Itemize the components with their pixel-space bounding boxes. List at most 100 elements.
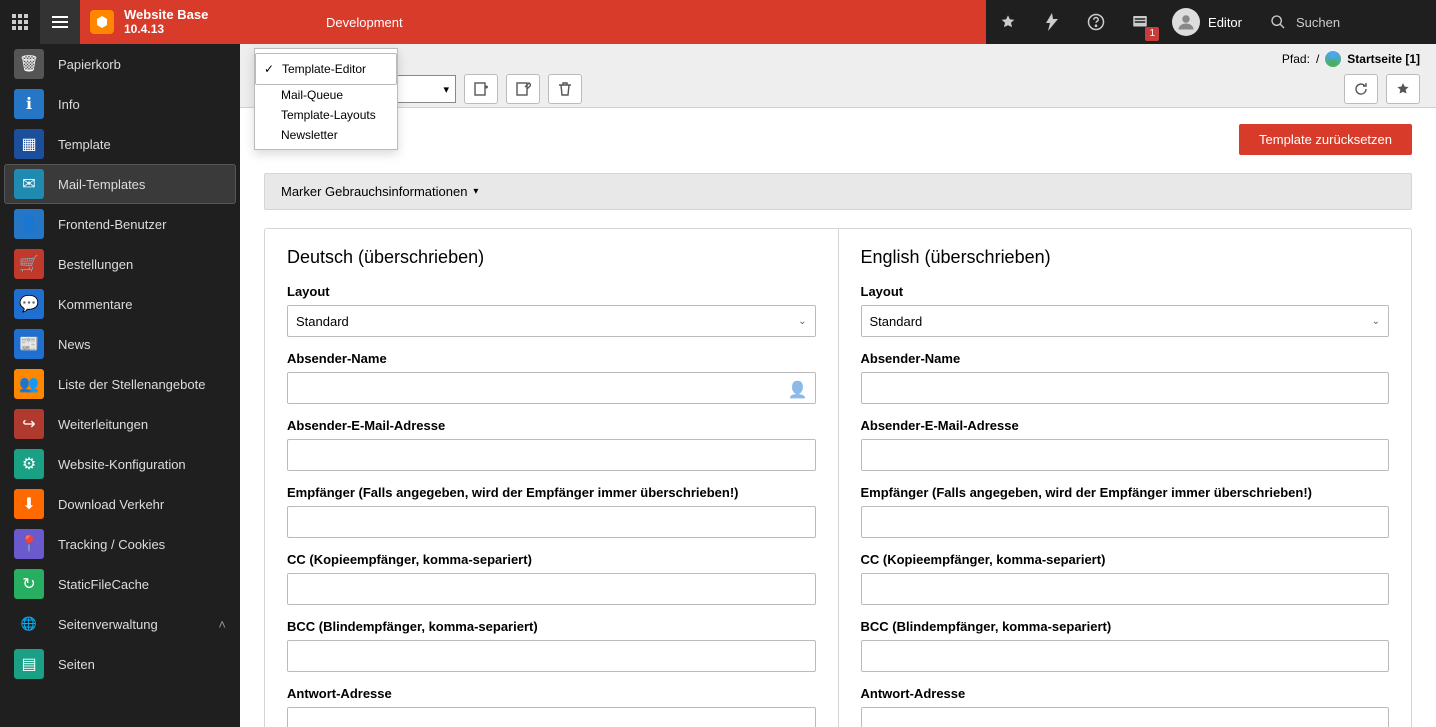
input-bcc-de[interactable] bbox=[287, 640, 816, 672]
modules-grid-button[interactable] bbox=[0, 0, 40, 44]
mail-icon: ✉ bbox=[14, 169, 44, 199]
input-cc-de[interactable] bbox=[287, 573, 816, 605]
label-sender-mail-de: Absender-E-Mail-Adresse bbox=[287, 418, 816, 433]
user-icon: 👤 bbox=[14, 209, 44, 239]
label-recipient-de: Empfänger (Falls angegeben, wird der Emp… bbox=[287, 485, 816, 500]
sidebar-item-jobs[interactable]: 👥Liste der Stellenangebote bbox=[0, 364, 240, 404]
caret-down-icon: ▾ bbox=[473, 186, 478, 197]
bookmark-page-button[interactable] bbox=[1386, 74, 1420, 104]
input-reply-en[interactable] bbox=[861, 707, 1390, 727]
input-sender-mail-de[interactable] bbox=[287, 439, 816, 471]
sidebar-item-static-file-cache[interactable]: ↻StaticFileCache bbox=[0, 564, 240, 604]
edit-record-button[interactable] bbox=[506, 74, 540, 104]
marker-info-toggle[interactable]: Marker Gebrauchsinformationen ▾ bbox=[264, 173, 1412, 210]
user-role: Editor bbox=[1208, 15, 1242, 30]
label-sender-name-de: Absender-Name bbox=[287, 351, 816, 366]
function-bar: Pfad: / Startseite [1] ▾ Template-Editor… bbox=[240, 44, 1436, 108]
sidebar-item-download-traffic[interactable]: ⬇Download Verkehr bbox=[0, 484, 240, 524]
list-toggle-button[interactable] bbox=[40, 0, 80, 44]
breadcrumb-page[interactable]: Startseite [1] bbox=[1347, 52, 1420, 66]
topbar: Website Base 10.4.13 Development 1 Edito… bbox=[0, 0, 1436, 44]
search-icon bbox=[1270, 14, 1286, 30]
sidebar-item-template[interactable]: ▦Template bbox=[0, 124, 240, 164]
dropdown-item-mail-queue[interactable]: Mail-Queue bbox=[255, 85, 397, 105]
sidebar-item-redirects[interactable]: ↪Weiterleitungen bbox=[0, 404, 240, 444]
input-bcc-en[interactable] bbox=[861, 640, 1390, 672]
chevron-down-icon: ⌄ bbox=[1372, 316, 1380, 327]
sidebar-item-recycler[interactable]: 🗑Papierkorb bbox=[0, 44, 240, 84]
config-icon: ⚙ bbox=[14, 449, 44, 479]
new-record-button[interactable] bbox=[464, 74, 498, 104]
notification-count: 1 bbox=[1145, 27, 1159, 41]
cache-flash-button[interactable] bbox=[1030, 0, 1074, 44]
label-cc-en: CC (Kopieempfänger, komma-separiert) bbox=[861, 552, 1390, 567]
cart-icon: 🛒 bbox=[14, 249, 44, 279]
breadcrumb: Pfad: / Startseite [1] bbox=[1282, 51, 1420, 67]
sidebar-item-comments[interactable]: 💬Kommentare bbox=[0, 284, 240, 324]
sidebar-item-pages[interactable]: ▤Seiten bbox=[0, 644, 240, 684]
news-icon: 📰 bbox=[14, 329, 44, 359]
page-globe-icon bbox=[1325, 51, 1341, 67]
sidebar-item-mail-templates[interactable]: ✉Mail-Templates bbox=[4, 164, 236, 204]
module-sidebar: 🗑Papierkorb ℹInfo ▦Template ✉Mail-Templa… bbox=[0, 44, 240, 727]
search-placeholder: Suchen bbox=[1296, 15, 1340, 30]
chevron-down-icon: ⌄ bbox=[798, 316, 806, 327]
reload-button[interactable] bbox=[1344, 74, 1378, 104]
chevron-up-icon: ˄ bbox=[218, 617, 226, 632]
sidebar-item-info[interactable]: ℹInfo bbox=[0, 84, 240, 124]
bookmark-button[interactable] bbox=[986, 0, 1030, 44]
redirect-icon: ↪ bbox=[14, 409, 44, 439]
input-cc-en[interactable] bbox=[861, 573, 1390, 605]
globe-icon: 🌐 bbox=[14, 616, 44, 632]
info-icon: ℹ bbox=[14, 89, 44, 119]
input-reply-de[interactable] bbox=[287, 707, 816, 727]
reset-template-button[interactable]: Template zurücksetzen bbox=[1239, 124, 1412, 155]
sidebar-section-site[interactable]: 🌐 Seitenverwaltung ˄ bbox=[0, 604, 240, 644]
function-dropdown: Template-Editor Mail-Queue Template-Layo… bbox=[254, 48, 398, 150]
contacts-icon[interactable]: 👤 bbox=[788, 380, 808, 400]
jobs-icon: 👥 bbox=[14, 369, 44, 399]
topbar-spacer bbox=[419, 0, 986, 44]
input-sender-name-de[interactable] bbox=[287, 372, 816, 404]
label-cc-de: CC (Kopieempfänger, komma-separiert) bbox=[287, 552, 816, 567]
dropdown-item-template-editor[interactable]: Template-Editor bbox=[255, 53, 397, 85]
help-button[interactable] bbox=[1074, 0, 1118, 44]
sidebar-item-orders[interactable]: 🛒Bestellungen bbox=[0, 244, 240, 284]
cache-icon: ↻ bbox=[14, 569, 44, 599]
dropdown-item-template-layouts[interactable]: Template-Layouts bbox=[255, 105, 397, 125]
notifications-button[interactable]: 1 bbox=[1118, 0, 1162, 44]
search-box[interactable]: Suchen bbox=[1256, 0, 1436, 44]
site-version: 10.4.13 bbox=[124, 22, 208, 37]
typo3-logo-icon bbox=[90, 10, 114, 34]
sidebar-item-frontend-users[interactable]: 👤Frontend-Benutzer bbox=[0, 204, 240, 244]
column-en: English (überschrieben) Layout Standard⌄… bbox=[838, 229, 1412, 727]
select-layout-en[interactable]: Standard⌄ bbox=[861, 305, 1390, 337]
input-sender-name-en[interactable] bbox=[861, 372, 1390, 404]
user-menu[interactable]: Editor bbox=[1162, 0, 1256, 44]
sidebar-item-website-config[interactable]: ⚙Website-Konfiguration bbox=[0, 444, 240, 484]
label-sender-mail-en: Absender-E-Mail-Adresse bbox=[861, 418, 1390, 433]
download-icon: ⬇ bbox=[14, 489, 44, 519]
brand-area[interactable]: Website Base 10.4.13 bbox=[80, 0, 310, 44]
label-bcc-en: BCC (Blindempfänger, komma-separiert) bbox=[861, 619, 1390, 634]
content-area: Template zurücksetzen Marker Gebrauchsin… bbox=[240, 108, 1436, 727]
dropdown-item-newsletter[interactable]: Newsletter bbox=[255, 125, 397, 145]
sidebar-item-news[interactable]: 📰News bbox=[0, 324, 240, 364]
label-reply-en: Antwort-Adresse bbox=[861, 686, 1390, 701]
column-de: Deutsch (überschrieben) Layout Standard⌄… bbox=[265, 229, 838, 727]
input-recipient-de[interactable] bbox=[287, 506, 816, 538]
tracking-icon: 📍 bbox=[14, 529, 44, 559]
trash-icon: 🗑 bbox=[14, 49, 44, 79]
label-sender-name-en: Absender-Name bbox=[861, 351, 1390, 366]
col-title-en: English (überschrieben) bbox=[861, 247, 1390, 268]
input-sender-mail-en[interactable] bbox=[861, 439, 1390, 471]
sidebar-item-tracking[interactable]: 📍Tracking / Cookies bbox=[0, 524, 240, 564]
main-area: Pfad: / Startseite [1] ▾ Template-Editor… bbox=[240, 44, 1436, 727]
select-layout-de[interactable]: Standard⌄ bbox=[287, 305, 816, 337]
label-reply-de: Antwort-Adresse bbox=[287, 686, 816, 701]
label-layout-de: Layout bbox=[287, 284, 816, 299]
comment-icon: 💬 bbox=[14, 289, 44, 319]
input-recipient-en[interactable] bbox=[861, 506, 1390, 538]
delete-record-button[interactable] bbox=[548, 74, 582, 104]
avatar-icon bbox=[1172, 8, 1200, 36]
